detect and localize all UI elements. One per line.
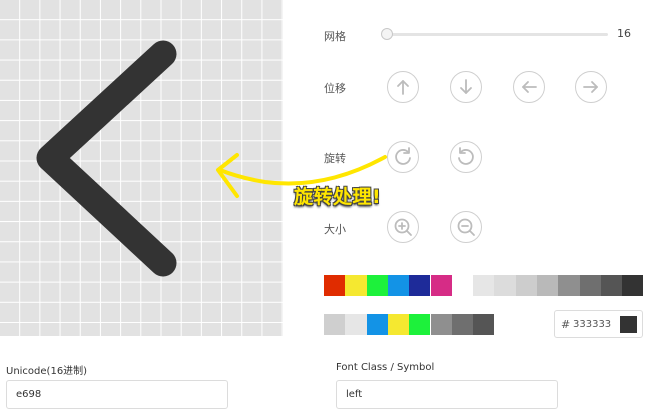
color-hex-field[interactable]: # 333333 (554, 310, 643, 338)
color-preview-swatch[interactable] (620, 316, 637, 333)
color-swatch[interactable] (387, 314, 410, 335)
arrow-up-icon (397, 80, 409, 95)
color-swatch[interactable] (451, 314, 474, 335)
color-swatch[interactable] (366, 314, 388, 335)
color-swatch[interactable] (451, 275, 474, 296)
color-swatch[interactable] (430, 275, 452, 296)
arrow-down-icon (460, 79, 472, 94)
rotate-counterclockwise-icon (458, 147, 474, 165)
arrow-left-icon (522, 81, 537, 93)
color-swatch[interactable] (409, 275, 431, 296)
move-left-button[interactable] (513, 71, 545, 103)
font-class-label: Font Class / Symbol (336, 362, 435, 373)
zoom-in-icon (394, 218, 412, 236)
color-swatch[interactable] (537, 275, 559, 296)
color-swatch[interactable] (387, 275, 410, 296)
color-swatch[interactable] (622, 275, 644, 296)
color-swatch[interactable] (473, 314, 495, 335)
zoom-out-icon (457, 218, 475, 236)
color-swatch[interactable] (345, 275, 367, 296)
grid-slider-track[interactable] (386, 33, 608, 36)
move-right-button[interactable] (575, 71, 607, 103)
font-class-field[interactable]: left (336, 380, 558, 409)
annotation-text: 旋转处理! (294, 186, 382, 208)
move-label: 位移 (324, 82, 346, 95)
grid-label: 网格 (324, 30, 346, 43)
size-label: 大小 (324, 223, 346, 236)
color-swatch[interactable] (515, 275, 537, 296)
color-swatch[interactable] (430, 314, 452, 335)
unicode-label: Unicode(16进制) (6, 366, 88, 377)
unicode-field[interactable]: e698 (6, 380, 228, 409)
color-swatch[interactable] (579, 275, 601, 296)
color-swatch[interactable] (558, 275, 580, 296)
hash-symbol: # (561, 318, 571, 331)
move-up-button[interactable] (387, 71, 419, 103)
zoom-in-button[interactable] (387, 211, 419, 243)
grid-value: 16 (617, 27, 631, 40)
zoom-out-button[interactable] (450, 211, 482, 243)
color-swatch[interactable] (366, 275, 388, 296)
color-swatch[interactable] (600, 275, 623, 296)
color-hex-value: 333333 (573, 319, 612, 330)
color-swatch[interactable] (324, 275, 346, 296)
grid-slider-thumb[interactable] (381, 28, 393, 40)
rotate-counterclockwise-button[interactable] (450, 141, 482, 173)
color-swatch[interactable] (473, 275, 495, 296)
color-swatch[interactable] (324, 314, 346, 335)
color-swatch[interactable] (409, 314, 431, 335)
color-swatch[interactable] (345, 314, 367, 335)
move-down-button[interactable] (450, 71, 482, 103)
arrow-right-icon (583, 81, 598, 93)
color-swatch[interactable] (494, 275, 516, 296)
